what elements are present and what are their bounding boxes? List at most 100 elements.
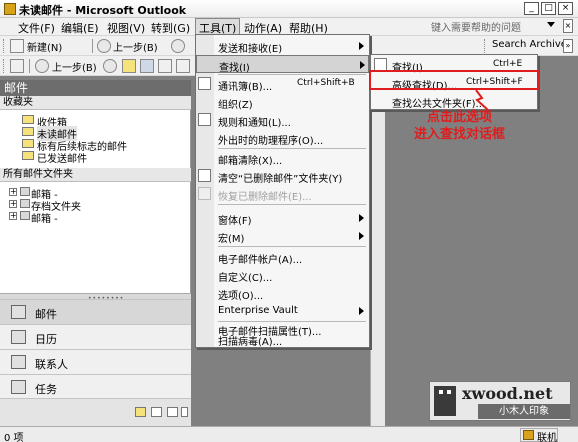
advanced-toolbar: 上一步(B) [0,56,195,76]
folder-label: 已发送邮件 [37,154,87,165]
reading-pane-icon[interactable] [158,59,172,73]
menu-item-macro[interactable]: 宏(M) [196,227,369,245]
toolbar-options-icon[interactable]: » [563,39,573,53]
nav-button-label: 日历 [35,333,57,346]
toolbar-separator [29,59,30,73]
tree-label: 邮箱 - [31,214,58,225]
menu-item-send-receive[interactable]: 发送和接收(E) [196,37,369,55]
nav-button-tasks[interactable]: 任务 [0,374,191,399]
favorites-header[interactable]: 收藏夹 [0,96,191,110]
calendar-icon [11,330,26,344]
menu-item-empty-deleted[interactable]: 清空“已删除邮件”文件夹(Y) [196,167,369,185]
shortcuts-icon[interactable] [167,407,178,417]
menu-edit[interactable]: 编辑(E) [58,20,102,36]
menu-item-out-of-office[interactable]: 外出时的助理程序(O)... [196,129,369,147]
help-dropdown-icon[interactable] [547,22,555,27]
menu-item-address-book[interactable]: 通讯簿(B)... Ctrl+Shift+B [196,75,369,93]
menu-view[interactable]: 视图(V) [104,20,148,36]
search-archive-button[interactable]: Search Archive [492,39,567,50]
nav-button-mail[interactable]: 邮件 [0,299,191,324]
contacts-icon [11,355,26,369]
folder-list-icon[interactable] [151,407,162,417]
menu-item-recover-deleted: 恢复已删除邮件(E)... [196,185,369,203]
submenu-arrow-icon [359,214,364,222]
nav-pane-title: 邮件 [0,80,191,96]
nav-shortcut-bar [0,398,191,427]
menu-item-label: 邮箱清除(X)... [218,156,283,167]
mail-icon [11,305,26,319]
online-icon [523,430,534,440]
close-button[interactable]: × [558,2,573,15]
expand-icon[interactable]: + [9,212,17,220]
connection-label: 联机 [537,433,557,442]
menu-file[interactable]: 文件(F) [15,20,58,36]
recycle-icon [198,169,211,182]
doc-close-icon[interactable]: × [563,19,573,33]
minimize-button[interactable]: _ [524,2,539,15]
nav-button-label: 联系人 [35,358,68,371]
menu-item-customize[interactable]: 自定义(C)... [196,266,369,284]
submenu-item-find-public-folder[interactable]: 查找公共文件夹(F)... [371,92,537,110]
menu-item-label: 恢复已删除邮件(E)... [218,192,312,203]
nav-button-calendar[interactable]: 日历 [0,324,191,349]
menu-item-rules[interactable]: 规则和通知(L)... [196,111,369,129]
vertical-scrollbar[interactable] [370,56,385,427]
watermark-logo: xwood.net 小木人印象 [429,381,571,421]
forward-icon[interactable] [103,59,117,73]
status-bar: 0 项 联机 [0,426,578,442]
new-icon [10,39,24,53]
annotation-callout: 点击此选项 进入查找对话框 [414,109,505,143]
undo-icon[interactable] [176,59,190,73]
title-bar: 未读邮件 - Microsoft Outlook _ □ × [0,0,578,18]
nav-button-contacts[interactable]: 联系人 [0,349,191,374]
menu-item-label: 扫描病毒(A)... [218,337,283,348]
menu-item-label: 组织(Z) [218,100,253,111]
menu-item-options[interactable]: 选项(O)... [196,284,369,302]
configure-buttons-icon[interactable] [181,407,188,417]
all-folders-header[interactable]: 所有邮件文件夹 [0,168,191,182]
toolbar-grip-right[interactable] [484,39,487,53]
back-button[interactable]: 上一步(B) [113,39,158,54]
menu-item-scan-virus[interactable]: 扫描病毒(A)... [196,330,369,348]
mailbox-icon [20,211,30,220]
notes-icon[interactable] [135,407,146,417]
back-icon [35,59,49,73]
toolbar-grip[interactable] [3,59,6,73]
advanced-find-highlight [369,70,539,90]
annotation-line-2: 进入查找对话框 [414,127,506,142]
nav-button-label: 邮件 [35,308,57,321]
menu-item-label: 自定义(C)... [218,273,273,284]
help-search-input[interactable]: 键入需要帮助的问题 [431,19,528,34]
robot-logo-icon [434,386,456,416]
submenu-item-shortcut: Ctrl+E [493,59,523,69]
folder-icon [22,151,34,160]
toolbar-grip[interactable] [3,39,6,53]
back-button-2[interactable]: 上一步(B) [52,59,97,74]
menu-separator [218,204,366,205]
folder-list-icon[interactable] [140,59,154,73]
new-button[interactable]: 新建(N) [27,39,62,54]
recover-icon [198,187,211,200]
maximize-button[interactable]: □ [541,2,556,15]
menu-item-label: 通讯簿(B)... [218,82,273,93]
menu-item-label: 外出时的助理程序(O)... [218,136,324,147]
rules-icon [198,113,211,126]
menu-item-organize[interactable]: 组织(Z) [196,93,369,111]
up-folder-icon[interactable] [122,59,136,73]
folder-icon [22,127,34,136]
menu-item-mailbox-cleanup[interactable]: 邮箱清除(X)... [196,149,369,167]
outlook-today-icon[interactable] [10,59,24,73]
menu-tools[interactable]: 工具(T) [195,18,241,35]
menu-item-find[interactable]: 查找(I) [196,55,369,74]
outlook-app-icon [4,3,16,15]
menu-go[interactable]: 转到(G) [148,20,193,36]
forward-icon[interactable] [171,39,185,53]
menu-item-email-accounts[interactable]: 电子邮件帐户(A)... [196,248,369,266]
menu-item-label: 查找(I) [219,63,250,74]
nav-button-label: 任务 [35,383,57,396]
expand-icon[interactable]: + [9,188,17,196]
menu-item-forms[interactable]: 窗体(F) [196,209,369,227]
menu-item-label: 选项(O)... [218,291,264,302]
folder-icon [22,139,34,148]
expand-icon[interactable]: + [9,200,17,208]
